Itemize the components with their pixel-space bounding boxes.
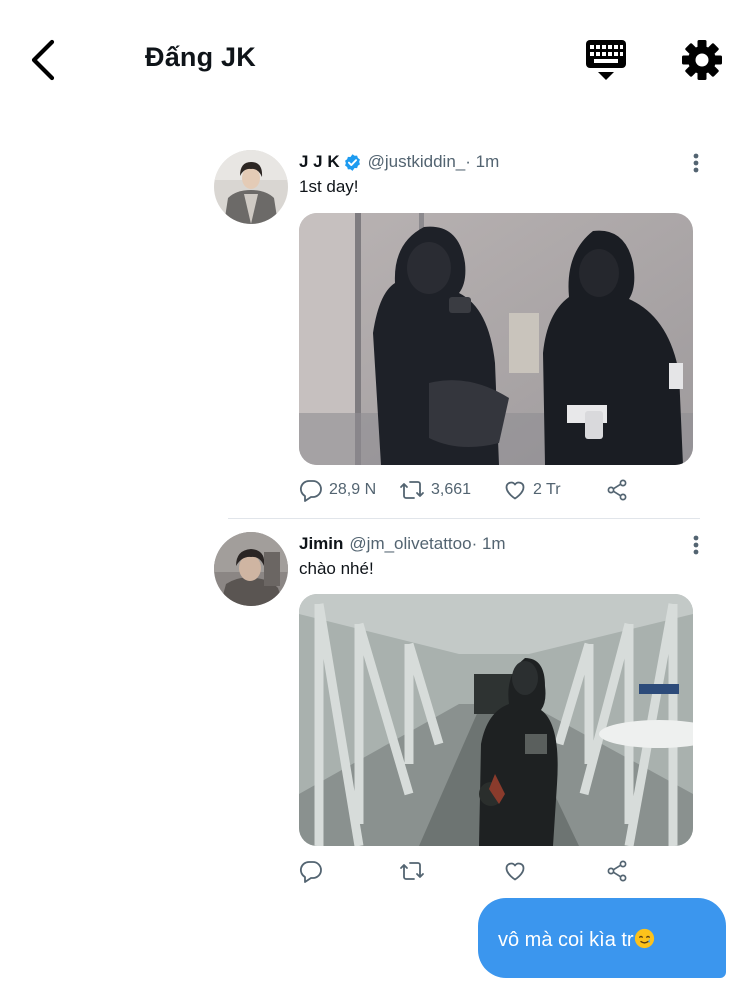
heart-icon: [505, 862, 525, 881]
reply-button[interactable]: 28,9 N: [299, 475, 376, 505]
reply-count: 28,9 N: [329, 481, 377, 498]
sent-message-bubble[interactable]: vô mà coi kìa tr: [478, 898, 726, 978]
tweet-card[interactable]: Jimin @jm_olivetattoo · 1m chào nhé!: [214, 528, 714, 888]
retweet-icon: [400, 862, 424, 880]
tweet-photo[interactable]: [299, 594, 693, 846]
avatar[interactable]: [214, 150, 288, 224]
page-title: Đấng JK: [145, 42, 256, 72]
more-vertical-icon: [693, 153, 699, 173]
user-handle[interactable]: @jm_olivetattoo: [349, 534, 471, 554]
tweet-time: · 1m: [465, 152, 500, 171]
tweet-card[interactable]: J J K @justkiddin_ · 1m 1st day! 28,9 N …: [214, 146, 714, 516]
verified-badge-icon: [344, 153, 360, 171]
tweet-divider: [228, 518, 700, 519]
tweet-header: J J K @justkiddin_ · 1m: [299, 152, 499, 172]
tweet-photo[interactable]: [299, 213, 693, 465]
retweet-count: 3,661: [431, 481, 472, 498]
reply-icon: [299, 861, 322, 883]
share-icon: [607, 860, 627, 882]
message-content: vô mà coi kìa tr: [498, 928, 655, 952]
keyboard-icon: [586, 40, 626, 80]
share-icon: [607, 479, 627, 501]
reply-button[interactable]: [299, 856, 329, 886]
tweet-actions: 28,9 N 3,661 2 Tr: [299, 475, 699, 505]
gear-icon: [682, 40, 722, 80]
message-text: vô mà coi kìa tr: [498, 929, 634, 951]
retweet-icon: [400, 481, 424, 499]
tweet-time: · 1m: [471, 534, 506, 553]
display-name[interactable]: J J K: [299, 152, 340, 172]
reply-icon: [299, 480, 322, 502]
chat-header: Đấng JK: [0, 0, 750, 120]
smiling-face-with-tear-icon: [634, 928, 654, 949]
tweet-header: Jimin @jm_olivetattoo · 1m: [299, 534, 506, 554]
heart-icon: [505, 481, 525, 500]
retweet-button[interactable]: 3,661: [399, 475, 471, 505]
retweet-button[interactable]: [399, 856, 431, 886]
tweet-actions: [299, 856, 699, 886]
more-vertical-icon: [693, 535, 699, 555]
chevron-left-icon: [31, 39, 55, 81]
tweet-text: 1st day!: [299, 177, 359, 196]
share-button[interactable]: [605, 856, 629, 886]
like-button[interactable]: 2 Tr: [503, 475, 561, 505]
keyboard-button[interactable]: [584, 38, 628, 82]
display-name[interactable]: Jimin: [299, 534, 343, 554]
avatar[interactable]: [214, 532, 288, 606]
back-button[interactable]: [26, 36, 66, 84]
settings-button[interactable]: [680, 38, 724, 82]
user-handle[interactable]: @justkiddin_: [368, 152, 466, 172]
like-count: 2 Tr: [533, 481, 561, 498]
more-options-button[interactable]: [690, 152, 702, 174]
like-button[interactable]: [503, 856, 533, 886]
share-button[interactable]: [605, 475, 629, 505]
more-options-button[interactable]: [690, 534, 702, 556]
tweet-text: chào nhé!: [299, 559, 374, 578]
